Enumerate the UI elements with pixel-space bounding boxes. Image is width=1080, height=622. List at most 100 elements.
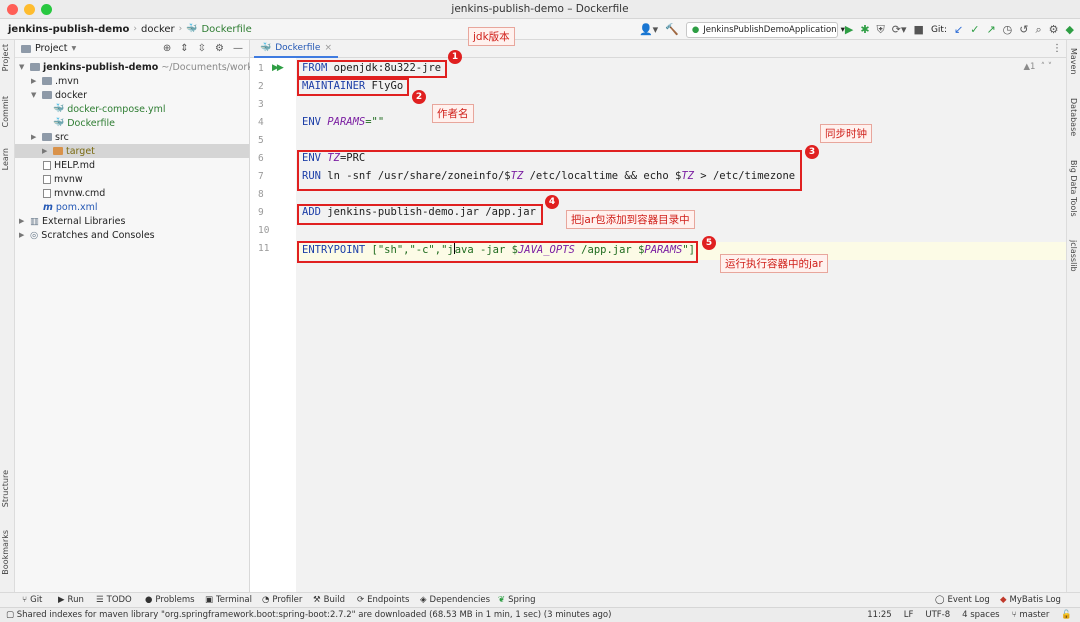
breadcrumb-file[interactable]: Dockerfile bbox=[201, 24, 251, 35]
gear-icon[interactable]: ⚙ bbox=[215, 43, 224, 54]
tool-problems[interactable]: ● Problems bbox=[145, 595, 195, 605]
tree-item-label: mvnw.cmd bbox=[54, 187, 106, 199]
coverage-icon[interactable]: ⛨ bbox=[877, 24, 885, 35]
docker-icon: 🐳 bbox=[53, 104, 65, 114]
file-encoding[interactable]: UTF-8 bbox=[925, 610, 950, 620]
tree-item-label: src bbox=[55, 131, 69, 143]
stop-icon[interactable]: ■ bbox=[914, 24, 924, 35]
run-icon[interactable]: ▶ bbox=[845, 24, 853, 35]
tree-item-docker[interactable]: ▼ docker bbox=[31, 88, 87, 102]
tree-item-scratches[interactable]: ▶ ◎ Scratches and Consoles bbox=[19, 228, 155, 242]
breadcrumb-folder[interactable]: docker bbox=[141, 24, 175, 35]
tool-endpoints[interactable]: ⟳ Endpoints bbox=[357, 595, 409, 605]
module-folder-icon bbox=[30, 63, 40, 71]
collapse-all-icon[interactable]: ⇳ bbox=[198, 43, 206, 54]
tool-build[interactable]: ⚒ Build bbox=[313, 595, 345, 605]
inspection-widget[interactable]: ▲1 ˄ ˅ bbox=[1023, 62, 1052, 72]
minimize-icon[interactable]: — bbox=[233, 43, 243, 54]
debug-icon[interactable]: ✱ bbox=[860, 24, 869, 35]
chevron-right-icon: ▶ bbox=[19, 231, 25, 239]
folder-icon bbox=[42, 91, 52, 99]
tree-item-pom-xml[interactable]: m pom.xml bbox=[43, 200, 98, 214]
tree-item-help-md[interactable]: HELP.md bbox=[43, 158, 95, 172]
tree-item-mvn[interactable]: ▶ .mvn bbox=[31, 74, 79, 88]
tool-todo[interactable]: ☰ TODO bbox=[96, 595, 132, 605]
run-gutter-icon[interactable]: ▶▶ bbox=[272, 63, 284, 73]
stripe-maven[interactable]: Maven bbox=[1069, 48, 1078, 75]
left-tool-stripe: Project Commit Learn Structure Bookmarks bbox=[0, 40, 15, 592]
tree-item-dockerfile[interactable]: 🐳 Dockerfile bbox=[53, 116, 115, 130]
chevron-right-icon: ▶ bbox=[31, 77, 37, 85]
search-icon[interactable]: ⌕ bbox=[1035, 24, 1041, 35]
tool-terminal[interactable]: ▣ Terminal bbox=[205, 595, 252, 605]
annotation-box-2 bbox=[297, 78, 409, 96]
tool-git[interactable]: ⑂ Git bbox=[22, 595, 42, 605]
status-message-text: Shared indexes for maven library "org.sp… bbox=[16, 610, 612, 620]
chevron-right-icon: › bbox=[178, 24, 183, 34]
project-view-selector[interactable]: Project bbox=[35, 43, 68, 54]
indent-setting[interactable]: 4 spaces bbox=[962, 610, 999, 620]
stripe-jclasslib[interactable]: jclasslib bbox=[1069, 240, 1078, 272]
tool-run[interactable]: ▶ Run bbox=[58, 595, 84, 605]
tool-event-log[interactable]: ◯ Event Log bbox=[935, 595, 990, 605]
tree-item-external-libraries[interactable]: ▶ ▥ External Libraries bbox=[19, 214, 125, 228]
gear-icon[interactable]: ⚙ bbox=[1049, 24, 1059, 35]
expand-all-icon[interactable]: ⇕ bbox=[180, 43, 188, 54]
user-icon[interactable]: 👤▾ bbox=[639, 24, 658, 35]
close-icon[interactable]: × bbox=[324, 43, 332, 53]
caret-position[interactable]: 11:25 bbox=[867, 610, 892, 620]
annotation-note-4: 把jar包添加到容器目录中 bbox=[566, 210, 695, 229]
scratches-icon: ◎ bbox=[30, 229, 39, 241]
git-branch[interactable]: ⑂ master bbox=[1012, 610, 1050, 620]
rollback-icon[interactable]: ↺ bbox=[1019, 24, 1028, 35]
minimize-window-button[interactable] bbox=[24, 4, 35, 15]
stripe-bookmarks[interactable]: Bookmarks bbox=[1, 530, 10, 575]
annotation-badge-5: 5 bbox=[702, 236, 716, 250]
folder-icon bbox=[21, 44, 31, 53]
locate-icon[interactable]: ⊕ bbox=[163, 43, 171, 54]
tree-item-docker-compose[interactable]: 🐳 docker-compose.yml bbox=[53, 102, 165, 116]
stripe-database[interactable]: Database bbox=[1069, 98, 1078, 136]
stripe-structure[interactable]: Structure bbox=[1, 470, 10, 507]
tool-profiler[interactable]: ◔ Profiler bbox=[262, 595, 302, 605]
tree-item-label: Scratches and Consoles bbox=[41, 229, 155, 241]
tool-label: Problems bbox=[155, 595, 195, 605]
stripe-project[interactable]: Project bbox=[1, 44, 10, 71]
zoom-window-button[interactable] bbox=[41, 4, 52, 15]
tool-mybatis-log[interactable]: ◆ MyBatis Log bbox=[1000, 595, 1061, 605]
tool-dependencies[interactable]: ◈ Dependencies bbox=[420, 595, 490, 605]
tool-spring[interactable]: ❦ Spring bbox=[498, 595, 536, 605]
stripe-commit[interactable]: Commit bbox=[1, 96, 10, 127]
plugin-icon[interactable]: ◆ bbox=[1066, 24, 1074, 35]
profile-icon[interactable]: ⟳▾ bbox=[892, 24, 907, 35]
stripe-big-data-tools[interactable]: Big Data Tools bbox=[1069, 160, 1078, 217]
close-window-button[interactable] bbox=[7, 4, 18, 15]
tool-label: Git bbox=[30, 595, 43, 605]
tree-item-mvnw[interactable]: mvnw bbox=[43, 172, 83, 186]
history-icon[interactable]: ◷ bbox=[1003, 24, 1013, 35]
tree-item-label: External Libraries bbox=[41, 215, 126, 227]
line-number: 1 bbox=[258, 63, 264, 74]
status-message[interactable]: ▢ Shared indexes for maven library "org.… bbox=[6, 610, 611, 620]
build-hammer-icon[interactable]: 🔨 bbox=[665, 24, 679, 35]
git-push-icon[interactable]: ↗ bbox=[986, 24, 995, 35]
library-icon: ▥ bbox=[30, 215, 39, 227]
list-icon: ☰ bbox=[96, 595, 104, 605]
annotation-note-2: 作者名 bbox=[432, 104, 474, 123]
tab-dockerfile[interactable]: 🐳 Dockerfile × bbox=[254, 40, 338, 58]
more-vertical-icon[interactable]: ⋮ bbox=[1052, 43, 1062, 54]
docker-icon: 🐳 bbox=[260, 43, 272, 53]
tree-item-target[interactable]: ▶ target bbox=[15, 144, 249, 158]
git-commit-icon[interactable]: ✓ bbox=[970, 24, 979, 35]
code-editor[interactable]: ▲1 ˄ ˅ bbox=[296, 58, 1066, 592]
tree-item-label: mvnw bbox=[54, 173, 83, 185]
tree-item-mvnw-cmd[interactable]: mvnw.cmd bbox=[43, 186, 105, 200]
lock-icon[interactable]: 🔓 bbox=[1061, 610, 1072, 620]
line-separator[interactable]: LF bbox=[904, 610, 914, 620]
breadcrumb-project[interactable]: jenkins-publish-demo bbox=[8, 24, 129, 35]
stripe-learn[interactable]: Learn bbox=[1, 148, 10, 170]
tree-item-src[interactable]: ▶ src bbox=[31, 130, 69, 144]
git-update-icon[interactable]: ↙ bbox=[954, 24, 963, 35]
tree-item-root[interactable]: ▼ jenkins-publish-demo ~/Documents/works… bbox=[19, 60, 281, 74]
run-configuration-select[interactable]: ● JenkinsPublishDemoApplication ▾ bbox=[685, 21, 845, 38]
